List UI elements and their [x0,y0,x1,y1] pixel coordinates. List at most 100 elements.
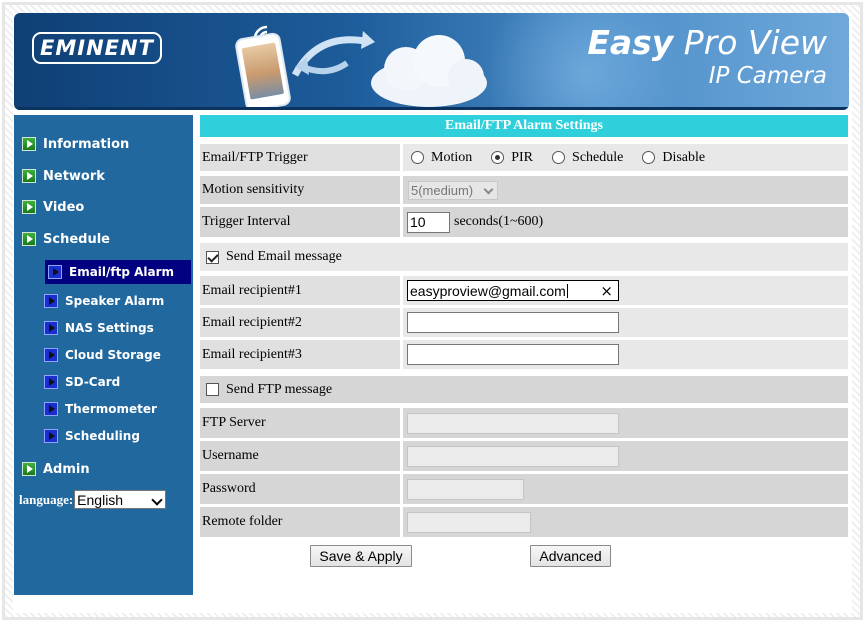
trigger-option-schedule[interactable]: Schedule [552,150,623,166]
recipient1-row: Email recipient#1 easyproview@gmail.com … [200,276,848,305]
trigger-row: Email/FTP Trigger Motion PIR Schedule Di… [200,144,848,171]
recipient3-cell [403,340,848,369]
sidebar-subitem-sd-card[interactable]: SD-Card [44,373,120,391]
remote-folder-label: Remote folder [200,507,400,537]
username-input[interactable] [407,445,619,467]
green-arrow-icon [22,232,36,246]
trigger-interval-input[interactable]: 10 [407,211,450,233]
recipient2-input[interactable] [407,312,619,333]
remote-folder-input[interactable] [407,511,531,533]
motion-sensitivity-cell: 5(medium) [403,176,848,204]
send-email-checkbox[interactable] [206,250,219,264]
password-row: Password [200,474,848,504]
chevron-down-icon [151,494,163,506]
radio-schedule[interactable] [552,151,566,164]
radio-motion[interactable] [411,151,424,164]
brand-subtitle: IP Camera [708,63,827,89]
blue-arrow-icon [44,348,58,362]
ftp-server-cell [403,408,848,438]
motion-sensitivity-label: Motion sensitivity [200,176,400,204]
language-label: language: [19,491,74,507]
trigger-option-motion[interactable]: Motion [411,150,472,166]
language-selector: language: English [19,490,167,509]
sidebar-subitem-thermometer[interactable]: Thermometer [44,400,157,418]
green-arrow-icon [22,462,36,476]
sidebar-item-label: Admin [43,461,90,477]
radio-label: PIR [511,149,534,165]
green-arrow-icon [22,137,36,151]
send-ftp-label: Send FTP message [226,381,333,397]
radio-pir[interactable] [491,151,505,164]
radio-label: Motion [431,149,473,165]
sidebar: Information Network Video Schedule Email… [14,115,193,595]
motion-sensitivity-select[interactable]: 5(medium) [408,180,498,200]
cloud-icon [371,35,487,107]
trigger-option-pir[interactable]: PIR [491,150,533,166]
password-cell [403,474,848,504]
sidebar-subitem-label: Scheduling [65,429,140,443]
blue-arrow-icon [44,429,58,443]
phone-screen [241,42,285,100]
radio-label: Disable [662,149,706,165]
radio-disable[interactable] [642,151,656,164]
blue-arrow-icon [44,321,58,335]
sidebar-subitem-label: Thermometer [65,402,157,416]
sidebar-subitem-label: NAS Settings [65,321,154,335]
advanced-button[interactable]: Advanced [530,545,611,567]
recipient3-row: Email recipient#3 [200,340,848,369]
logo-text: EMINENT [40,36,154,60]
send-ftp-checkbox[interactable] [206,383,219,396]
blue-arrow-icon [48,265,62,279]
sidebar-subitem-speaker-alarm[interactable]: Speaker Alarm [44,292,164,310]
trigger-interval-row: Trigger Interval 10 seconds(1~600) [200,207,848,237]
ftp-server-label: FTP Server [200,408,400,438]
sidebar-item-admin[interactable]: Admin [22,460,90,478]
clear-icon[interactable]: × [600,282,613,300]
save-apply-button[interactable]: Save & Apply [310,545,412,567]
sidebar-subitem-nas-settings[interactable]: NAS Settings [44,319,154,337]
sidebar-subitem-label: Email/ftp Alarm [69,265,175,279]
sidebar-item-network[interactable]: Network [22,167,105,185]
recipient1-label: Email recipient#1 [200,276,400,305]
username-cell [403,441,848,471]
sidebar-subitem-cloud-storage[interactable]: Cloud Storage [44,346,161,364]
motion-sensitivity-value: 5(medium) [411,182,474,198]
ftp-server-input[interactable] [407,412,619,434]
recipient3-input[interactable] [407,344,619,365]
trigger-label: Email/FTP Trigger [200,144,400,171]
brand-title: Easy Pro View IP Camera [587,23,827,89]
recipient2-row: Email recipient#2 [200,308,848,337]
recipient2-label: Email recipient#2 [200,308,400,337]
sidebar-item-schedule[interactable]: Schedule [22,230,110,248]
sidebar-subitem-email-ftp-alarm[interactable]: Email/ftp Alarm [45,260,191,284]
text-cursor [566,283,568,298]
send-email-row: Send Email message [200,243,848,271]
send-ftp-row: Send FTP message [200,376,848,403]
sidebar-item-label: Network [43,168,105,184]
language-value: English [77,491,124,508]
panel-title: Email/FTP Alarm Settings [200,115,848,137]
radio-label: Schedule [572,149,624,165]
recipient2-cell [403,308,848,337]
banner-bottom-line [14,107,849,110]
sidebar-subitem-label: Cloud Storage [65,348,161,362]
trigger-option-disable[interactable]: Disable [642,150,705,166]
password-label: Password [200,474,400,504]
recipient1-input[interactable]: easyproview@gmail.com × [407,280,619,301]
trigger-interval-value: 10 [410,214,426,230]
trigger-interval-cell: 10 seconds(1~600) [403,207,848,237]
sidebar-subitem-label: Speaker Alarm [65,294,165,308]
ftp-server-row: FTP Server [200,408,848,438]
sidebar-item-label: Information [43,136,130,152]
header-banner: EMINENT Easy Pro View IP Camera [14,13,849,110]
sidebar-subitem-scheduling[interactable]: Scheduling [44,427,140,445]
trigger-interval-unit: seconds(1~600) [454,214,544,229]
sidebar-item-video[interactable]: Video [22,198,84,216]
remote-folder-cell [403,507,848,537]
language-select[interactable]: English [74,490,167,509]
recipient1-cell: easyproview@gmail.com × [403,276,848,305]
password-input[interactable] [407,478,524,500]
sidebar-item-information[interactable]: Information [22,135,129,153]
recipient1-value: easyproview@gmail.com [410,282,566,299]
chevron-down-icon [483,184,494,194]
